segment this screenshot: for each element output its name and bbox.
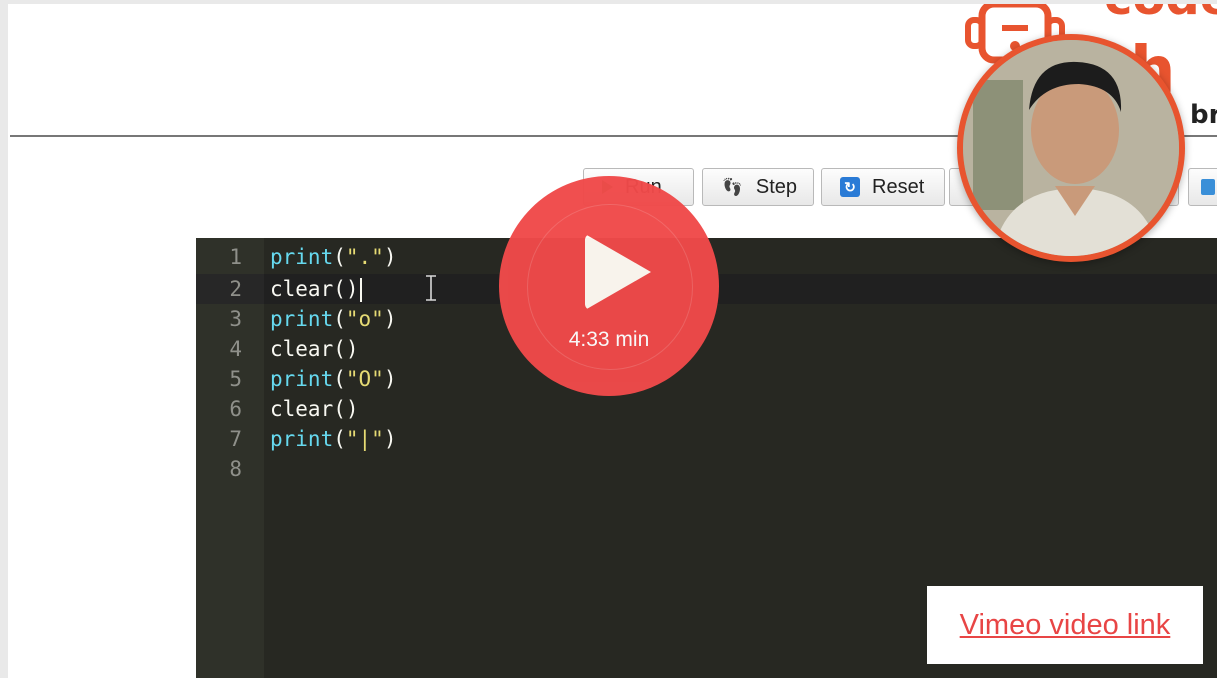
logo-text-top: code bbox=[1104, 4, 1217, 26]
vimeo-link-box: Vimeo video link bbox=[927, 586, 1203, 664]
vimeo-video-link[interactable]: Vimeo video link bbox=[960, 609, 1171, 642]
step-button-label: Step bbox=[755, 175, 798, 198]
code-string: "|" bbox=[345, 427, 384, 451]
code-function: print bbox=[270, 245, 334, 269]
ibeam-cursor-icon bbox=[426, 275, 436, 301]
line-number: 7 bbox=[229, 427, 242, 451]
code-paren: ) bbox=[383, 245, 397, 269]
code-paren: ( bbox=[333, 245, 346, 269]
text-cursor bbox=[359, 278, 362, 302]
presenter-avatar bbox=[957, 34, 1185, 262]
step-button[interactable]: 👣︎ Step bbox=[702, 168, 814, 206]
code-line: 5 print("O") bbox=[196, 364, 1217, 394]
code-function: print bbox=[270, 307, 334, 331]
reset-button[interactable]: ↻ Reset bbox=[821, 168, 945, 206]
code-line: 6 clear() bbox=[196, 394, 1217, 424]
code-line: 8 bbox=[196, 454, 1217, 484]
code-function: print bbox=[270, 427, 334, 451]
code-paren: ) bbox=[383, 367, 397, 391]
reset-icon: ↻ bbox=[840, 177, 860, 197]
line-number: 6 bbox=[229, 397, 242, 421]
code-paren: ( bbox=[333, 367, 346, 391]
line-number: 8 bbox=[229, 457, 242, 481]
code-function: print bbox=[270, 367, 334, 391]
line-number: 2 bbox=[229, 277, 242, 301]
line-number: 1 bbox=[229, 245, 242, 269]
video-duration: 4:33 min bbox=[568, 328, 650, 351]
video-play-button[interactable]: 4:33 min bbox=[499, 176, 719, 396]
code-text: clear() bbox=[270, 397, 359, 421]
play-icon bbox=[585, 234, 651, 310]
code-paren: ) bbox=[383, 427, 397, 451]
code-paren: ( bbox=[333, 307, 346, 331]
footsteps-icon: 👣︎ bbox=[721, 176, 744, 197]
monitor-icon bbox=[1201, 179, 1215, 195]
code-string: "." bbox=[345, 245, 384, 269]
code-text: clear() bbox=[270, 337, 359, 361]
code-paren: ( bbox=[333, 427, 346, 451]
code-paren: ) bbox=[383, 307, 397, 331]
code-string: "o" bbox=[345, 307, 384, 331]
code-string: "O" bbox=[345, 367, 384, 391]
presenter-video-thumbnail bbox=[963, 40, 1179, 256]
line-number: 3 bbox=[229, 307, 242, 331]
line-number: 5 bbox=[229, 367, 242, 391]
code-text: clear() bbox=[270, 277, 359, 301]
reset-button-label: Reset bbox=[872, 175, 925, 198]
toolbar-button-extra[interactable] bbox=[1188, 168, 1217, 206]
presenter-silhouette-icon bbox=[963, 40, 1179, 256]
code-line: 7 print("|") bbox=[196, 424, 1217, 454]
page-frame: code ch br Run 👣︎ Step ↻ Reset 1 print("… bbox=[8, 4, 1217, 678]
line-number: 4 bbox=[229, 337, 242, 361]
logo-subtext: br bbox=[1190, 100, 1217, 130]
